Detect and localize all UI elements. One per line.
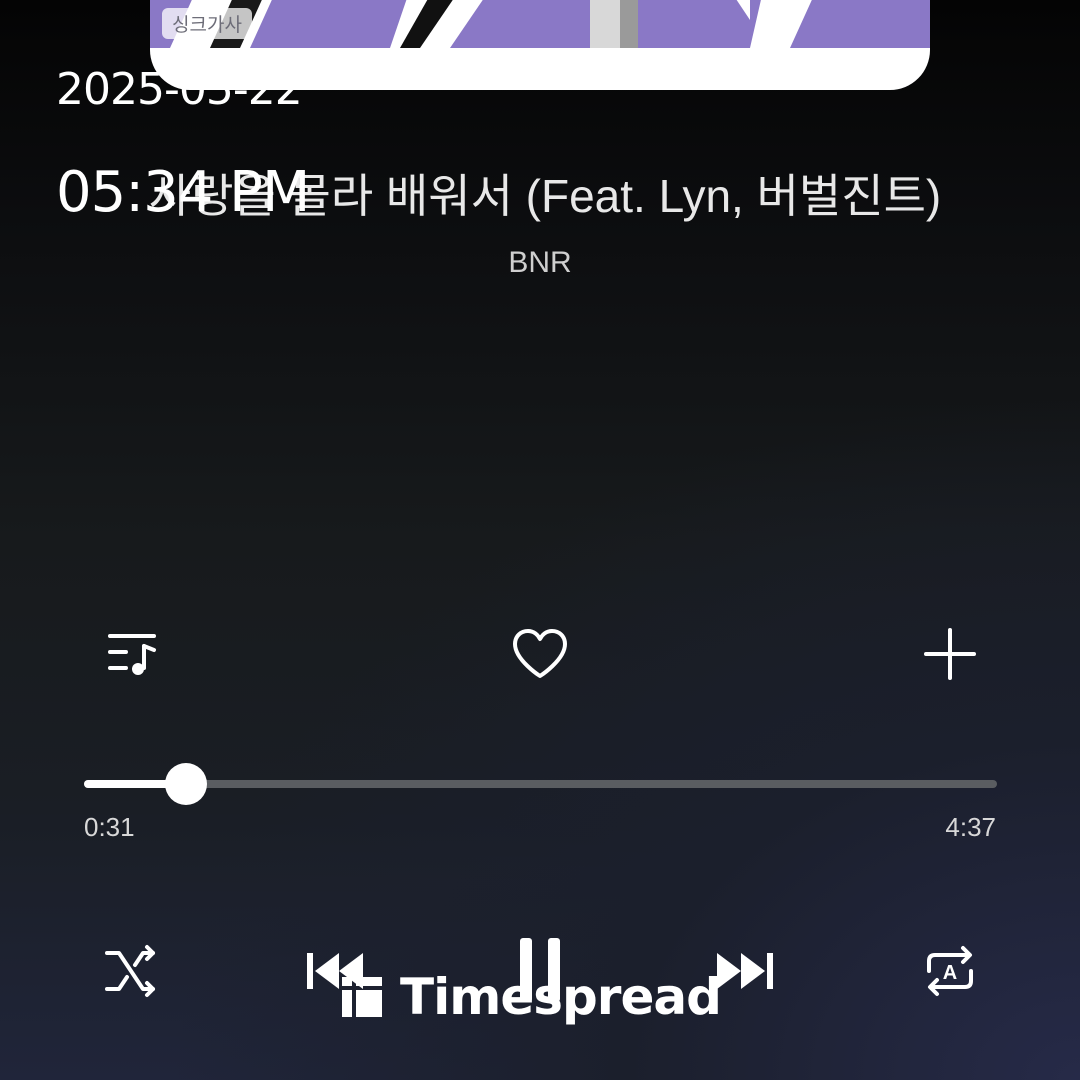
like-button[interactable] [506,622,574,686]
watermark: Timespread [338,968,722,1026]
repeat-button[interactable]: A [918,940,982,1002]
progress-thumb[interactable] [165,763,208,805]
sync-lyrics-badge: 싱크가사 [162,8,252,39]
plus-icon [924,628,976,680]
playlist-button[interactable] [100,622,164,686]
artist-name[interactable]: BNR [0,246,1080,280]
overlay-date: 2025-05-22 [56,64,303,115]
watermark-text: Timespread [400,968,722,1026]
heart-outline-icon [513,629,567,678]
playlist-music-icon [108,634,156,675]
shuffle-button[interactable] [100,940,162,1002]
overlay-time: 05:34 PM [56,160,310,225]
elapsed-time: 0:31 [84,812,135,842]
repeat-all-icon: A [927,946,973,996]
timespread-logo-icon [342,977,382,1017]
progress-slider[interactable] [84,763,997,805]
shuffle-icon [105,945,155,997]
add-to-playlist-button[interactable] [918,622,982,686]
repeat-badge: A [943,962,957,984]
skip-next-icon [717,953,773,989]
total-duration: 4:37 [945,812,996,842]
album-art [150,0,930,48]
